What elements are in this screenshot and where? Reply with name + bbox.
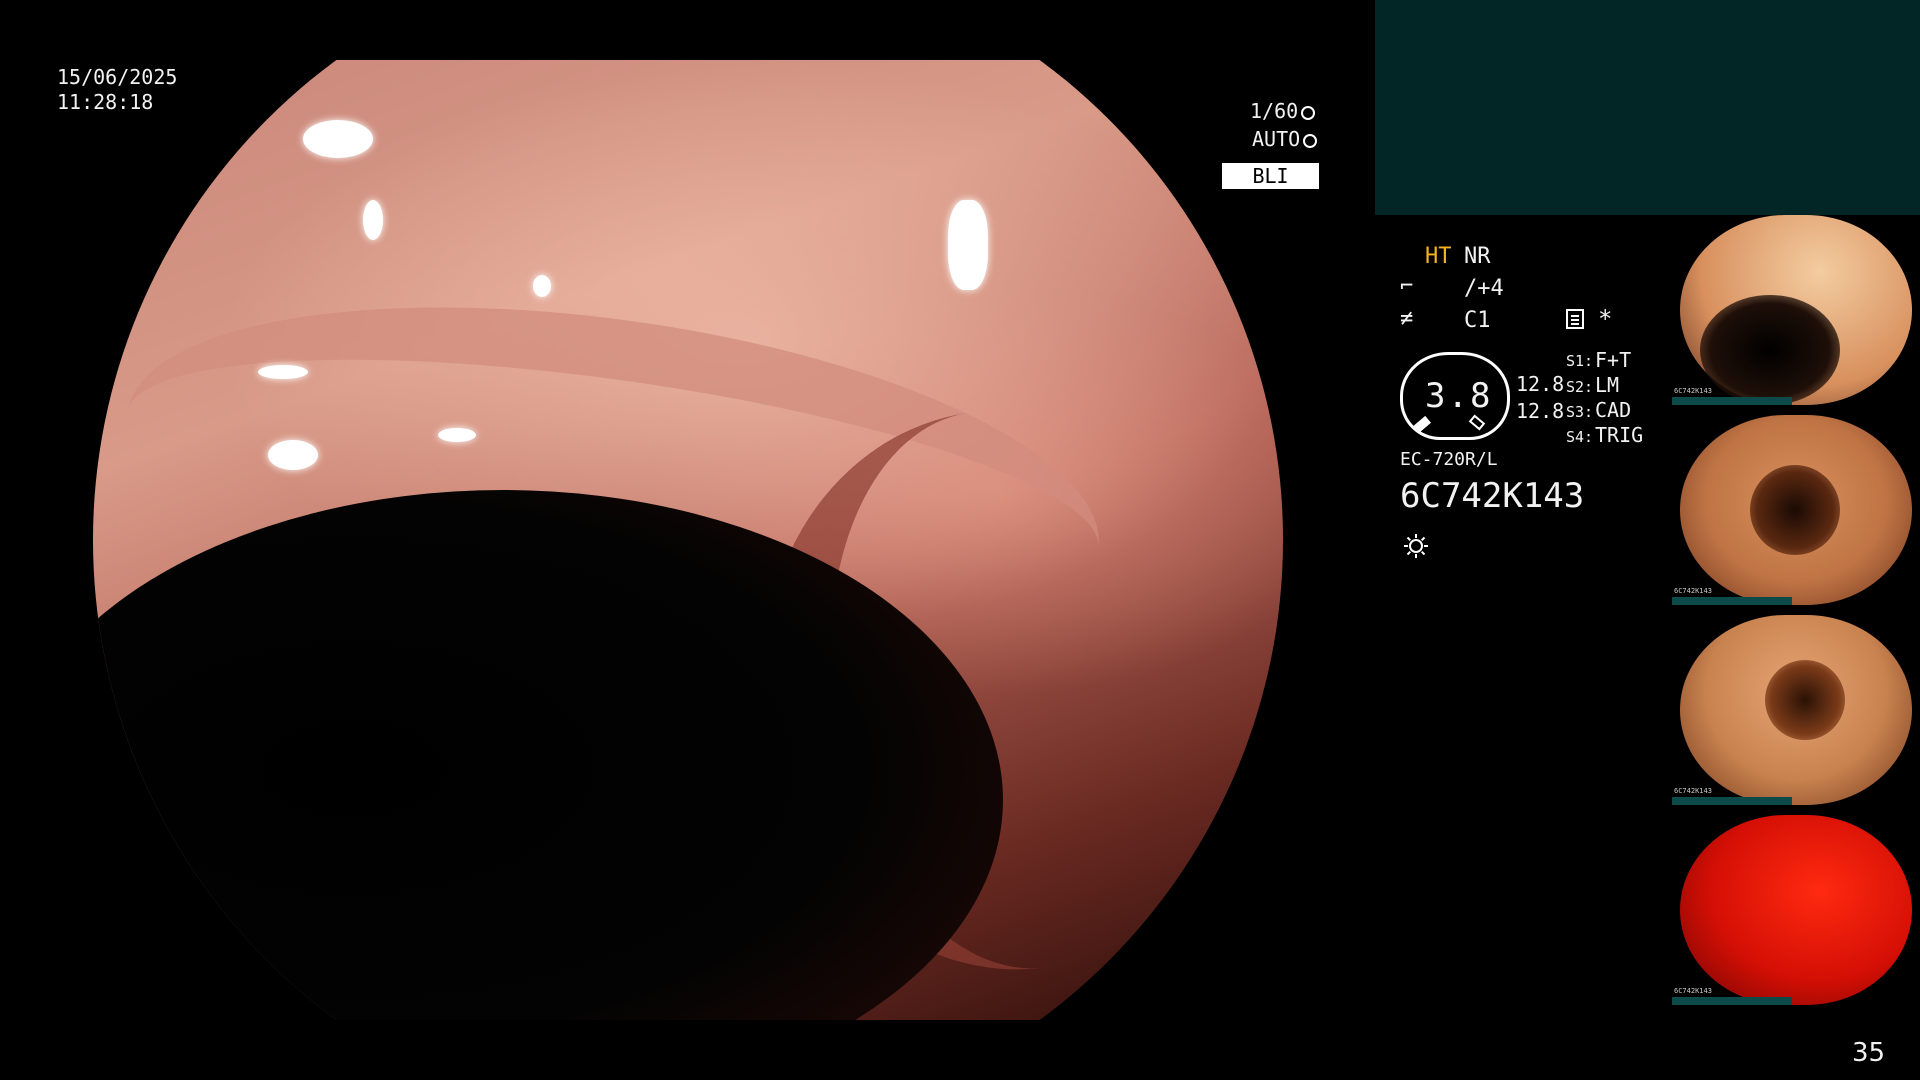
asterisk-icon: * xyxy=(1598,305,1613,333)
shutter-speed-value: 1/60 xyxy=(1250,99,1299,123)
thumbnail-image xyxy=(1680,415,1912,605)
structure-enhancement-value: /+4 xyxy=(1464,276,1504,301)
auto-exposure-icon xyxy=(1303,134,1318,148)
color-mode-value: C1 xyxy=(1464,308,1491,333)
scope-serial: 6C742K143 xyxy=(1400,476,1585,516)
switch-key-s1: S1: xyxy=(1566,352,1594,370)
thumbnail-bar xyxy=(1672,397,1792,405)
scope-model: EC-720R/L xyxy=(1400,449,1498,470)
thumbnail-image xyxy=(1680,615,1912,805)
structure-enhancement-icon: ⌐ xyxy=(1400,274,1414,299)
ht-label: HT xyxy=(1425,244,1452,269)
light-reflection xyxy=(533,275,551,297)
thumbnail-serial: 6C742K143 xyxy=(1674,587,1712,595)
switch-value-s2: LM xyxy=(1595,373,1620,397)
switch-key-s3: S3: xyxy=(1566,403,1594,421)
capture-thumbnail[interactable]: 6C742K143 xyxy=(1672,815,1912,1005)
thumbnail-serial: 6C742K143 xyxy=(1674,387,1712,395)
light-reflection xyxy=(948,200,988,290)
magnification-1: 12.8 xyxy=(1516,372,1565,396)
exposure-mode: AUTO xyxy=(1252,126,1318,152)
aperture-icon xyxy=(1301,106,1316,120)
shutter-speed: 1/60 xyxy=(1250,98,1316,124)
zoom-value: 3.8 xyxy=(1425,376,1493,416)
capture-thumbnail[interactable]: 6C742K143 xyxy=(1672,415,1912,605)
switch-key-s4: S4: xyxy=(1566,428,1594,446)
light-reflection xyxy=(438,428,476,442)
thumbnail-lumen xyxy=(1700,295,1840,405)
light-reflection xyxy=(303,120,373,158)
light-reflection xyxy=(258,365,308,379)
switch-key-s2: S2: xyxy=(1566,378,1594,396)
thumbnail-image xyxy=(1680,815,1912,1005)
thumbnail-lumen xyxy=(1765,660,1845,740)
nr-label: NR xyxy=(1464,244,1491,269)
endoscope-main-view xyxy=(93,60,1283,1020)
top-right-panel xyxy=(1375,0,1920,215)
light-mode-badge: BLI xyxy=(1222,163,1319,189)
switch-value-s4: TRIG xyxy=(1595,423,1644,447)
color-enhancement-icon: ≠ xyxy=(1400,306,1414,331)
thumbnail-serial: 6C742K143 xyxy=(1674,787,1712,795)
thumbnail-bar xyxy=(1672,597,1792,605)
switch-value-s3: CAD xyxy=(1595,398,1632,422)
thumbnail-serial: 6C742K143 xyxy=(1674,987,1712,995)
capture-thumbnail[interactable]: 6C742K143 xyxy=(1672,215,1912,405)
light-reflection xyxy=(268,440,318,470)
magnification-2: 12.8 xyxy=(1516,399,1565,423)
light-sun-icon xyxy=(1404,534,1428,558)
thumbnail-lumen xyxy=(1750,465,1840,555)
time-display: 11:28:18 xyxy=(57,90,154,114)
exposure-mode-value: AUTO xyxy=(1252,127,1301,151)
document-icon xyxy=(1566,309,1584,329)
thumbnail-image xyxy=(1680,215,1912,405)
thumbnail-bar xyxy=(1672,797,1792,805)
light-reflection xyxy=(363,200,383,240)
switch-value-s1: F+T xyxy=(1595,348,1632,372)
thumbnail-bar xyxy=(1672,997,1792,1005)
date-display: 15/06/2025 xyxy=(57,65,178,89)
capture-thumbnail[interactable]: 6C742K143 xyxy=(1672,615,1912,805)
page-number: 35 xyxy=(1852,1038,1886,1068)
